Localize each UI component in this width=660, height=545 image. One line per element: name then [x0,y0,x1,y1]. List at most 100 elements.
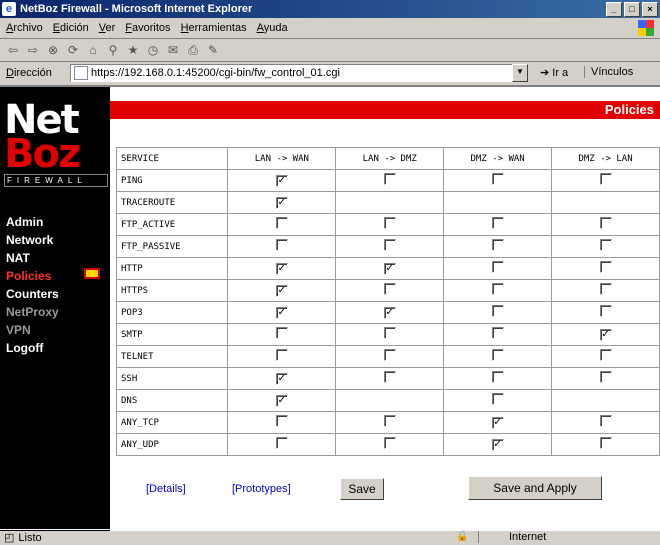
nav-policies[interactable]: Policies [6,267,59,285]
checkbox-dmz-wan[interactable]: ✓ [491,416,504,429]
checkbox-lan-wan[interactable] [275,239,288,251]
checkbox-dmz-wan[interactable] [491,305,504,317]
cell-lan-dmz [335,323,445,346]
checkbox-dmz-lan[interactable] [599,305,612,317]
details-link[interactable]: [Details] [146,483,186,495]
page-content: Net Boz FIREWALL Admin Network NAT Polic… [0,85,660,531]
checkbox-lan-wan[interactable]: ✓ [275,394,288,407]
checkbox-dmz-wan[interactable] [491,349,504,361]
checkbox-dmz-wan[interactable] [491,371,504,383]
back-icon[interactable]: ⇦ [6,43,20,57]
checkbox-lan-dmz[interactable] [383,437,396,449]
cell-lan-dmz [335,367,445,390]
table-row: TELNET [115,345,660,368]
discuss-icon[interactable]: ✎ [206,43,220,57]
checkbox-lan-dmz[interactable] [383,415,396,427]
status-text: Listo [18,531,42,544]
checkbox-lan-wan[interactable] [275,437,288,449]
cell-dmz-wan [443,191,553,214]
go-button[interactable]: ➔ Ir a [540,66,568,79]
policies-table: SERVICE LAN -> WAN LAN -> DMZ DMZ -> WAN… [115,147,660,456]
service-name: FTP_ACTIVE [115,213,229,236]
checkbox-dmz-lan[interactable] [599,437,612,449]
checkbox-dmz-lan[interactable]: ✓ [599,328,612,341]
checkbox-lan-wan[interactable] [275,415,288,427]
nav-netproxy[interactable]: NetProxy [6,303,59,321]
cell-dmz-wan [443,257,553,280]
checkbox-lan-wan[interactable]: ✓ [275,284,288,297]
checkbox-dmz-wan[interactable] [491,327,504,339]
history-icon[interactable]: ◷ [146,43,160,57]
table-row: SMTP ✓ [115,323,660,346]
checkbox-dmz-lan[interactable] [599,239,612,251]
checkbox-dmz-wan[interactable] [491,173,504,185]
checkbox-lan-wan[interactable]: ✓ [275,262,288,275]
checkbox-lan-dmz[interactable] [383,239,396,251]
forward-icon[interactable]: ⇨ [26,43,40,57]
checkbox-dmz-wan[interactable] [491,239,504,251]
nav-nat[interactable]: NAT [6,249,59,267]
cell-dmz-lan [551,213,660,236]
checkbox-dmz-lan[interactable] [599,349,612,361]
checkbox-lan-dmz[interactable] [383,173,396,185]
checkbox-lan-dmz[interactable] [383,349,396,361]
menu-ayuda[interactable]: Ayuda [257,22,288,34]
nav-admin[interactable]: Admin [6,213,59,231]
checkbox-dmz-lan[interactable] [599,261,612,273]
nav-vpn[interactable]: VPN [6,321,59,339]
address-dropdown-button[interactable]: ▼ [512,64,528,82]
minimize-button[interactable]: _ [606,2,622,17]
checkbox-lan-dmz[interactable] [383,217,396,229]
menu-edicion[interactable]: Edición [53,22,89,34]
favorites-icon[interactable]: ★ [126,43,140,57]
checkbox-dmz-wan[interactable]: ✓ [491,438,504,451]
checkbox-lan-wan[interactable] [275,217,288,229]
print-icon[interactable]: ⎙ [186,43,200,57]
cell-lan-dmz: ✓ [335,301,445,324]
refresh-icon[interactable]: ⟳ [66,43,80,57]
checkbox-lan-wan[interactable] [275,349,288,361]
checkbox-dmz-lan[interactable] [599,217,612,229]
checkbox-dmz-wan[interactable] [491,261,504,273]
checkbox-lan-dmz[interactable]: ✓ [383,306,396,319]
prototypes-link[interactable]: [Prototypes] [232,483,291,495]
checkbox-lan-dmz[interactable]: ✓ [383,262,396,275]
checkbox-dmz-wan[interactable] [491,217,504,229]
table-header-row: SERVICE LAN -> WAN LAN -> DMZ DMZ -> WAN… [115,147,660,170]
checkbox-dmz-lan[interactable] [599,415,612,427]
mail-icon[interactable]: ✉ [166,43,180,57]
nav-network[interactable]: Network [6,231,59,249]
status-bar: ◰ Listo 🔒 Internet [0,529,660,545]
checkbox-lan-dmz[interactable] [383,283,396,295]
checkbox-lan-wan[interactable] [275,327,288,339]
checkbox-dmz-lan[interactable] [599,173,612,185]
go-label: Ir a [552,67,569,79]
save-button[interactable]: Save [340,478,384,500]
checkbox-lan-wan[interactable]: ✓ [275,306,288,319]
home-icon[interactable]: ⌂ [86,43,100,57]
menu-archivo[interactable]: Archivo [6,22,43,34]
cell-dmz-wan [443,389,553,412]
save-and-apply-button[interactable]: Save and Apply [468,476,602,500]
checkbox-lan-wan[interactable]: ✓ [275,196,288,209]
cell-dmz-wan [443,345,553,368]
menu-herramientas[interactable]: Herramientas [181,22,247,34]
checkbox-dmz-wan[interactable] [491,283,504,295]
links-button[interactable]: Vínculos [584,66,633,78]
close-button[interactable]: × [642,2,658,17]
nav-counters[interactable]: Counters [6,285,59,303]
checkbox-dmz-lan[interactable] [599,371,612,383]
menu-favoritos[interactable]: Favoritos [125,22,170,34]
search-icon[interactable]: ⚲ [106,43,120,57]
address-input[interactable]: https://192.168.0.1:45200/cgi-bin/fw_con… [70,64,528,82]
checkbox-dmz-wan[interactable] [491,393,504,405]
maximize-button[interactable]: □ [624,2,640,17]
stop-icon[interactable]: ⊗ [46,43,60,57]
checkbox-lan-dmz[interactable] [383,327,396,339]
checkbox-lan-wan[interactable]: ✓ [275,372,288,385]
nav-logoff[interactable]: Logoff [6,339,59,357]
checkbox-lan-dmz[interactable] [383,371,396,383]
checkbox-lan-wan[interactable]: ✓ [275,174,288,187]
menu-ver[interactable]: Ver [99,22,116,34]
checkbox-dmz-lan[interactable] [599,283,612,295]
